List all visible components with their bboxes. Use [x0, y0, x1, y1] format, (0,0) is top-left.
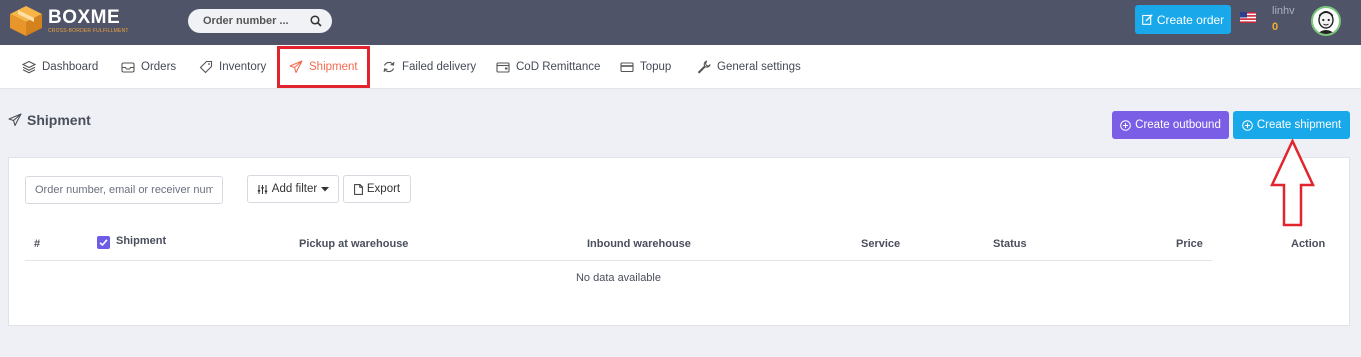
file-icon	[353, 183, 363, 195]
column-header-inbound-warehouse: Inbound warehouse	[587, 238, 691, 250]
check-icon	[99, 239, 108, 247]
logo-name: BOXME	[48, 7, 121, 28]
nav-item-dashboard[interactable]: Dashboard	[22, 45, 98, 89]
credit-card-icon	[620, 62, 634, 73]
boxme-logo[interactable]: BOXME CROSS-BORDER FULFILLMENT	[9, 5, 129, 37]
nav-label-topup: Topup	[640, 61, 672, 73]
inbox-icon	[121, 62, 135, 73]
nav-item-topup[interactable]: Topup	[620, 45, 671, 89]
order-search-box	[188, 9, 332, 33]
plane-icon	[8, 113, 22, 127]
user-name[interactable]: linhv	[1272, 5, 1295, 17]
create-shipment-label: Create shipment	[1256, 119, 1342, 131]
create-outbound-label: Create outbound	[1135, 119, 1221, 131]
plus-circle-icon	[1242, 119, 1253, 131]
user-balance: 0	[1272, 21, 1279, 33]
nav-item-orders[interactable]: Orders	[121, 45, 176, 89]
box-logo-icon	[10, 6, 42, 36]
order-search-input[interactable]	[203, 15, 303, 27]
annotation-arrow-icon	[1270, 139, 1315, 227]
nav-label-failed-delivery: Failed delivery	[402, 61, 477, 73]
caret-down-icon	[321, 186, 330, 191]
column-header-action: Action	[1291, 238, 1326, 250]
column-header-index: #	[34, 238, 41, 250]
user-avatar-icon	[1317, 11, 1335, 34]
column-header-service: Service	[861, 238, 901, 250]
top-bar: BOXME CROSS-BORDER FULFILLMENT Create or…	[0, 0, 1361, 45]
column-header-shipment: Shipment	[116, 235, 167, 247]
create-shipment-button[interactable]: Create shipment	[1233, 111, 1350, 139]
tag-icon	[199, 60, 213, 74]
wrench-icon	[697, 60, 711, 74]
nav-label-inventory: Inventory	[219, 61, 267, 73]
nav-item-cod-remittance[interactable]: CoD Remittance	[496, 45, 600, 89]
nav-item-general-settings[interactable]: General settings	[697, 45, 801, 89]
create-outbound-button[interactable]: Create outbound	[1112, 111, 1229, 139]
us-flag-icon[interactable]	[1240, 12, 1256, 23]
add-filter-button[interactable]: Add filter	[247, 175, 339, 203]
nav-label-orders: Orders	[141, 61, 177, 73]
sliders-icon	[257, 184, 267, 194]
export-label: Export	[366, 183, 401, 195]
column-header-pickup-at-warehouse: Pickup at warehouse	[299, 238, 409, 250]
avatar[interactable]	[1311, 6, 1341, 36]
logo-tagline: CROSS-BORDER FULFILLMENT	[48, 28, 129, 34]
refresh-icon	[383, 61, 395, 73]
plus-circle-icon	[1120, 119, 1131, 131]
wallet-icon	[496, 62, 510, 73]
shipment-search-input[interactable]	[25, 176, 223, 204]
annotation-highlight-box	[277, 46, 370, 88]
nav-label-cod-remittance: CoD Remittance	[516, 61, 601, 73]
nav-label-general-settings: General settings	[717, 61, 801, 73]
table-header-divider	[25, 260, 1212, 261]
nav-item-inventory[interactable]: Inventory	[199, 45, 266, 89]
main-nav: Dashboard Orders Inventory Shipment Fail…	[0, 45, 1361, 89]
layers-icon	[22, 60, 36, 74]
nav-label-dashboard: Dashboard	[42, 61, 99, 73]
export-button[interactable]: Export	[343, 175, 411, 203]
empty-table-message: No data available	[575, 272, 661, 284]
select-all-checkbox[interactable]	[97, 236, 110, 249]
add-filter-label: Add filter	[271, 183, 318, 195]
page-title-text: Shipment	[27, 112, 91, 128]
column-header-price: Price	[1176, 238, 1203, 250]
edit-icon	[1141, 14, 1153, 25]
column-header-status: Status	[993, 238, 1027, 250]
create-order-label: Create order	[1156, 12, 1225, 27]
create-order-button[interactable]: Create order	[1135, 5, 1231, 34]
nav-item-failed-delivery[interactable]: Failed delivery	[382, 45, 476, 89]
shipment-card: Add filter Export # Shipment Pickup at w…	[8, 157, 1350, 326]
search-icon[interactable]	[310, 15, 322, 27]
page-title: Shipment	[8, 112, 91, 128]
